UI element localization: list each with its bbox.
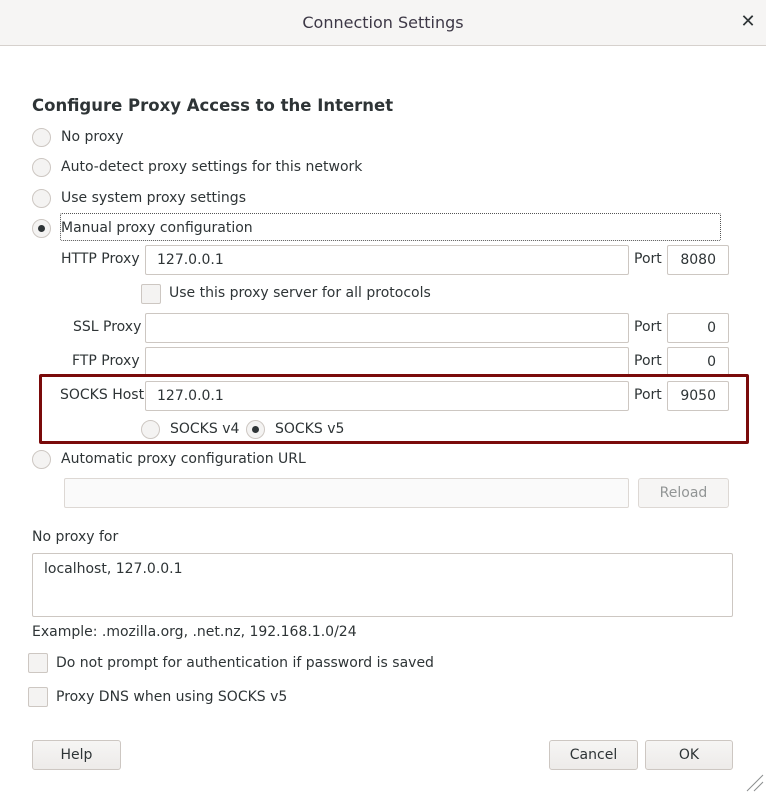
socks-port-label: Port — [634, 387, 662, 403]
ftp-port-label: Port — [634, 353, 662, 369]
help-button[interactable]: Help — [32, 740, 121, 770]
use-all-protocols-label: Use this proxy server for all protocols — [169, 285, 431, 301]
proxy-dns-checkbox[interactable] — [28, 687, 48, 707]
radio-button[interactable] — [32, 157, 51, 177]
radio-label: Use system proxy settings — [61, 190, 246, 206]
radio-button[interactable] — [141, 419, 160, 439]
socks-port-input[interactable]: 9050 — [667, 381, 729, 411]
radio-auto-detect[interactable]: Auto-detect proxy settings for this netw… — [32, 156, 362, 178]
radio-socks-v5[interactable]: SOCKS v5 — [246, 418, 344, 440]
socks-host-input[interactable]: 127.0.0.1 — [145, 381, 629, 411]
cancel-button[interactable]: Cancel — [549, 740, 638, 770]
ftp-port-input[interactable]: 0 — [667, 347, 729, 377]
close-icon[interactable]: ✕ — [736, 10, 760, 34]
http-port-label: Port — [634, 251, 662, 267]
ssl-proxy-label: SSL Proxy — [73, 319, 142, 335]
use-all-protocols-checkbox[interactable] — [141, 284, 161, 304]
radio-manual-proxy[interactable]: Manual proxy configuration — [32, 217, 253, 239]
socks-host-label: SOCKS Host — [60, 387, 145, 403]
radio-button[interactable] — [32, 127, 51, 147]
window-title: Connection Settings — [302, 13, 464, 32]
ok-button[interactable]: OK — [645, 740, 733, 770]
radio-label: Manual proxy configuration — [61, 220, 253, 236]
reload-button[interactable]: Reload — [638, 478, 729, 508]
radio-system-proxy[interactable]: Use system proxy settings — [32, 187, 246, 209]
radio-button[interactable] — [246, 419, 265, 439]
ssl-port-label: Port — [634, 319, 662, 335]
radio-label: No proxy — [61, 129, 124, 145]
ftp-proxy-input[interactable] — [145, 347, 629, 377]
radio-button[interactable] — [32, 188, 51, 208]
radio-button[interactable] — [32, 218, 51, 238]
resize-grip-icon[interactable] — [744, 772, 764, 792]
no-auth-prompt-checkbox[interactable] — [28, 653, 48, 673]
no-proxy-textarea[interactable]: localhost, 127.0.0.1 — [32, 553, 733, 617]
ssl-port-input[interactable]: 0 — [667, 313, 729, 343]
section-heading: Configure Proxy Access to the Internet — [32, 96, 394, 115]
http-port-input[interactable]: 8080 — [667, 245, 729, 275]
auto-config-url-input[interactable] — [64, 478, 629, 508]
http-proxy-input[interactable]: 127.0.0.1 — [145, 245, 629, 275]
radio-auto-config-url[interactable]: Automatic proxy configuration URL — [32, 448, 306, 470]
title-bar: Connection Settings ✕ — [0, 0, 766, 46]
radio-label: Automatic proxy configuration URL — [61, 451, 306, 467]
radio-label: Auto-detect proxy settings for this netw… — [61, 159, 363, 175]
no-auth-prompt-label: Do not prompt for authentication if pass… — [56, 655, 434, 671]
radio-socks-v4[interactable]: SOCKS v4 — [141, 418, 239, 440]
no-proxy-example: Example: .mozilla.org, .net.nz, 192.168.… — [32, 624, 357, 640]
radio-label: SOCKS v4 — [170, 421, 240, 437]
radio-no-proxy[interactable]: No proxy — [32, 126, 124, 148]
ssl-proxy-input[interactable] — [145, 313, 629, 343]
radio-button[interactable] — [32, 449, 51, 469]
ftp-proxy-label: FTP Proxy — [72, 353, 140, 369]
http-proxy-label: HTTP Proxy — [61, 251, 140, 267]
proxy-dns-label: Proxy DNS when using SOCKS v5 — [56, 689, 288, 705]
radio-label: SOCKS v5 — [275, 421, 345, 437]
no-proxy-label: No proxy for — [32, 529, 119, 545]
